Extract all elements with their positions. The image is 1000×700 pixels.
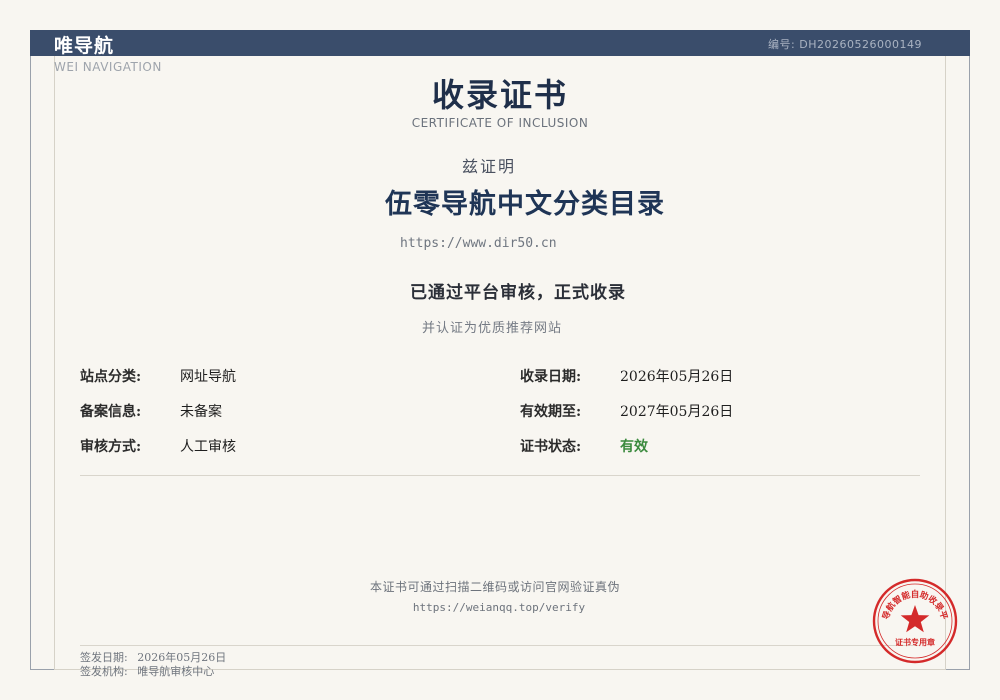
recognized-text: 并认证为优质推荐网站 xyxy=(422,321,563,336)
info-row-category: 站点分类: 网址导航 xyxy=(80,366,236,386)
issuer: 签发机构: 唯导航审核中心 xyxy=(80,663,214,679)
valid-until-label: 有效期至: xyxy=(520,404,582,420)
inclusion-date-label: 收录日期: xyxy=(520,369,582,385)
hereby-certify-text: 兹证明 xyxy=(462,157,517,176)
category-label: 站点分类: xyxy=(80,369,142,385)
verify-link[interactable]: https://weianqq.top/verify xyxy=(0,601,998,614)
brand-logo: 唯导航 xyxy=(54,35,115,57)
official-seal: 唯导航智能自助收录平台 证书专用章 xyxy=(872,578,958,664)
certificate-number: 编号: DH20260526000149 xyxy=(768,36,922,52)
seal-center-text: 证书专用章 xyxy=(895,637,935,647)
certificate-number-value: DH20260526000149 xyxy=(799,38,922,51)
info-row-review: 审核方式: 人工审核 xyxy=(80,436,236,456)
info-row-date: 收录日期: 2026年05月26日 xyxy=(520,366,733,386)
content-divider xyxy=(80,475,920,476)
verify-instructions: 本证书可通过扫描二维码或访问官网验证真伪 xyxy=(369,580,620,594)
review-method-label: 审核方式: xyxy=(80,439,142,455)
footer-divider xyxy=(80,645,920,646)
header-bar: 唯导航 编号: DH20260526000149 xyxy=(30,30,970,57)
review-method-value: 人工审核 xyxy=(180,439,236,455)
star-icon xyxy=(900,605,930,633)
site-name: 伍零导航中文分类目录 xyxy=(385,189,665,220)
valid-until-value: 2027年05月26日 xyxy=(620,404,734,420)
issuer-value: 唯导航审核中心 xyxy=(137,665,215,678)
issuer-label: 签发机构: xyxy=(80,665,128,678)
category-value: 网址导航 xyxy=(180,369,236,385)
passed-review-text: 已通过平台审核，正式收录 xyxy=(410,283,626,303)
icp-value: 未备案 xyxy=(180,404,222,420)
certificate-title: 收录证书 xyxy=(431,76,568,114)
status-badge: 有效 xyxy=(620,439,648,455)
certificate-number-label: 编号: xyxy=(768,38,796,51)
site-url[interactable]: https://www.dir50.cn xyxy=(400,236,557,251)
info-row-icp: 备案信息: 未备案 xyxy=(80,401,222,421)
icp-label: 备案信息: xyxy=(80,404,142,420)
info-row-valid: 有效期至: 2027年05月26日 xyxy=(520,401,733,421)
certificate-subtitle: CERTIFICATE OF INCLUSION xyxy=(411,116,589,130)
info-row-status: 证书状态: 有效 xyxy=(520,436,648,456)
inclusion-date-value: 2026年05月26日 xyxy=(620,369,734,385)
status-label: 证书状态: xyxy=(520,439,582,455)
